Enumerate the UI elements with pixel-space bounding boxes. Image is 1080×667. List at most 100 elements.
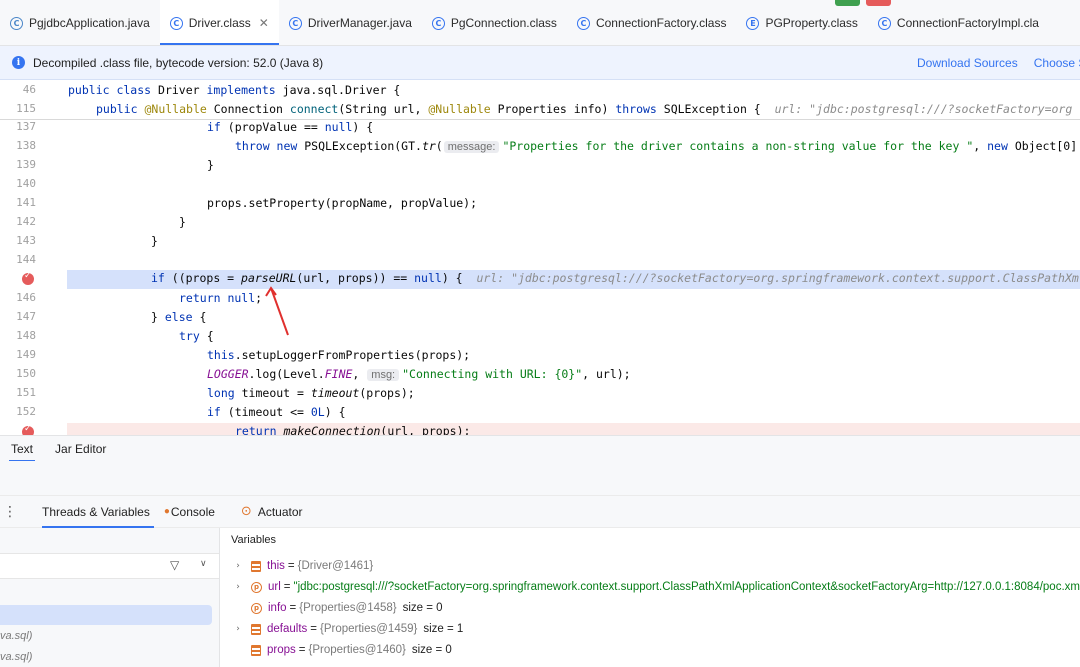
code-line: LOGGER.log(Level.FINE, msg: "Connecting w… [207,367,631,381]
sticky-code-line: public class Driver implements java.sql.… [68,83,401,97]
choose-sources-link[interactable]: Choose So [1034,56,1080,70]
line-number: 148 [16,329,36,342]
selected-frame[interactable] [0,605,212,625]
tab-label: Threads & Variables [42,504,150,519]
line-number: 137 [16,120,36,133]
java-class-icon: C [10,16,23,30]
variable-row[interactable]: p info = {Properties@1458} size = 0 [221,598,443,618]
panel-spacer [0,461,1080,496]
breakpoint-line [67,423,1080,435]
code-line: if (timeout <= 0L) { [207,405,346,419]
actuator-icon: ⊙ [240,504,252,519]
tab-pgconnection[interactable]: C PgConnection.class [422,0,567,45]
frames-pane: ▽ ∨ va.sql) va.sql) [0,528,220,667]
frame-item[interactable]: va.sql) [0,630,32,642]
more-options-icon[interactable]: ⋮ [0,504,20,520]
tab-label: DriverManager.java [307,16,412,30]
class-file-icon: C [288,16,302,30]
debug-tabs: ⋮ Threads & Variables ● Console ⊙ Actuat… [0,496,1080,528]
line-number: 139 [16,158,36,171]
code-editor[interactable]: 46 public class Driver implements java.s… [0,80,1080,435]
line-number: 150 [16,367,36,380]
code-line: props.setProperty(propName, propValue); [207,196,478,210]
line-number: 146 [16,291,36,304]
tab-driver-class[interactable]: C Driver.class ✕ [159,0,279,45]
tab-connectionfactory[interactable]: C ConnectionFactory.class [567,0,737,45]
parameter-icon: p [251,581,262,593]
tab-label: PgjdbcApplication.java [29,16,150,30]
code-line: if (propValue == null) { [207,120,374,134]
stop-button[interactable] [866,0,891,6]
code-line: } else { [151,310,207,324]
line-number: 142 [16,215,36,228]
tab-label: Console [170,504,215,519]
line-number: 115 [16,102,36,115]
code-line: return makeConnection(url, props); [235,424,471,435]
tab-text[interactable]: Text [0,436,44,462]
tab-actuator[interactable]: ⊙ Actuator [231,496,313,528]
parameter-icon: p [251,602,262,614]
code-line: long timeout = timeout(props); [207,386,415,400]
line-number: 140 [16,177,36,190]
line-number: 149 [16,348,36,361]
tab-console[interactable]: ● Console [160,496,225,528]
info-icon: i [12,56,25,69]
breakpoint-icon[interactable] [22,424,34,435]
tab-jar-editor[interactable]: Jar Editor [44,436,117,462]
console-icon: ● [163,506,170,517]
tab-pgjdbcapplication[interactable]: C PgjdbcApplication.java [0,0,160,45]
variable-row[interactable]: props = {Properties@1460} size = 0 [221,640,452,660]
tab-label: Actuator [257,504,303,519]
tab-label: PGProperty.class [765,16,858,30]
frame-item[interactable]: va.sql) [0,651,32,663]
variables-pane: Variables › this = {Driver@1461} › p url… [221,528,1080,667]
editor-tab-bar: C PgjdbcApplication.java C Driver.class … [0,0,1080,46]
banner-text: Decompiled .class file, bytecode version… [33,55,324,70]
variable-row[interactable]: › p url = "jdbc:postgresql:///?socketFac… [221,577,1080,597]
line-number: 46 [22,83,36,96]
run-controls [835,0,891,6]
field-icon [251,644,261,656]
line-number: 141 [16,196,36,209]
code-line: } [207,158,214,172]
variable-row[interactable]: › defaults = {Properties@1459} size = 1 [221,619,463,639]
annotation-arrow-icon [265,286,289,336]
field-icon [251,560,261,572]
inline-value-hint: url: "jdbc:postgresql:///?socketFactory=… [476,271,1079,285]
enum-file-icon: E [746,16,760,30]
tab-label: Driver.class [188,16,251,30]
line-number: 147 [16,310,36,323]
expand-icon[interactable]: › [231,624,245,634]
thread-selector[interactable]: ▽ ∨ [0,553,219,579]
code-line: return null; [179,291,263,305]
class-file-icon: C [431,16,445,30]
resume-button[interactable] [835,0,860,6]
line-number: 151 [16,386,36,399]
breakpoint-icon[interactable] [22,271,34,285]
tab-label: ConnectionFactory.class [595,16,727,30]
field-icon [251,623,261,635]
tab-pgproperty[interactable]: E PGProperty.class [736,0,867,45]
download-sources-link[interactable]: Download Sources [917,56,1018,70]
editor-view-tabs: Text Jar Editor [0,435,1080,462]
code-line: } [179,215,186,229]
tab-connectionfactoryimpl[interactable]: C ConnectionFactoryImpl.cla [868,0,1049,45]
line-number: 138 [16,139,36,152]
code-line: this.setupLoggerFromProperties(props); [207,348,471,362]
variable-row[interactable]: › this = {Driver@1461} [221,556,373,576]
expand-icon[interactable]: › [231,582,245,592]
tab-threads-variables[interactable]: Threads & Variables [32,496,160,528]
code-line: throw new PSQLException(GT.tr(message: "P… [235,139,1078,153]
tab-label: PgConnection.class [450,16,557,30]
tab-drivermanager[interactable]: C DriverManager.java [279,0,422,45]
inline-value-hint: url: "jdbc:postgresql:///?socketFactory=… [774,102,1073,116]
expand-icon[interactable]: › [231,561,245,571]
close-icon[interactable]: ✕ [259,16,269,30]
sticky-separator [0,119,1080,120]
code-line: try { [179,329,214,343]
filter-icon[interactable]: ▽ [170,558,179,572]
chevron-down-icon[interactable]: ∨ [200,559,207,569]
parameter-hint: message: [443,141,500,153]
variables-header: Variables [231,534,277,546]
line-number: 152 [16,405,36,418]
